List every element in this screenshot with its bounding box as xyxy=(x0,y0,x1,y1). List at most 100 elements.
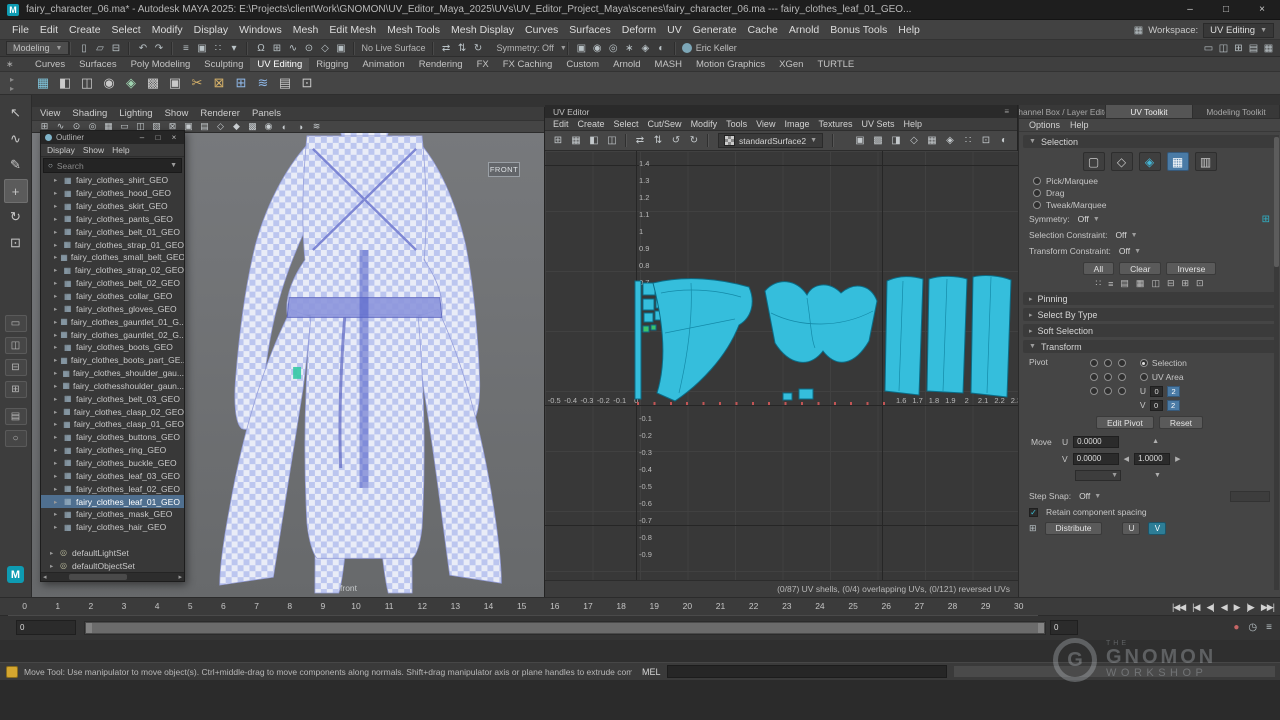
expand-icon[interactable]: ▸ xyxy=(54,228,61,236)
lasso-tool-icon[interactable]: ∿ xyxy=(4,127,28,151)
outliner-item[interactable]: ▸ ▦ fairy_clothes_gauntlet_02_G... xyxy=(41,328,184,341)
single-pane-icon[interactable]: ▭ xyxy=(1201,41,1216,56)
step-back-frame-button[interactable]: |◀ xyxy=(1192,602,1199,613)
split-pane-layout-icon[interactable]: ⊟ xyxy=(5,359,27,376)
range-bar[interactable] xyxy=(86,623,1044,633)
expand-icon[interactable]: ▸ xyxy=(54,408,60,416)
timeline-ticks[interactable]: 0123456789101112131415161718192021222324… xyxy=(8,598,1038,617)
section-select-by-type[interactable]: ▸Select By Type xyxy=(1023,308,1276,321)
step-increase-icon[interactable]: ▶ xyxy=(1175,455,1180,463)
uv-editor-menu-item[interactable]: Image xyxy=(784,119,809,129)
hypershade-icon[interactable]: ◈ xyxy=(638,41,653,56)
expand-icon[interactable]: ▸ xyxy=(54,305,61,313)
step-decrease-icon[interactable]: ◀ xyxy=(1124,455,1129,463)
snap-grid-icon[interactable]: ⊞ xyxy=(269,41,284,56)
outliner-menu-item[interactable]: Help xyxy=(112,145,129,155)
uv-editor-menu-item[interactable]: UV Sets xyxy=(861,119,894,129)
move-v-field[interactable]: 0.0000 xyxy=(1073,453,1119,465)
panel-tab[interactable]: Channel Box / Layer Editor xyxy=(1019,105,1106,118)
ao-icon[interactable]: ◑ xyxy=(294,121,307,132)
step-forward-key-button[interactable]: |▶ xyxy=(1247,602,1254,613)
range-end-field[interactable]: 0 xyxy=(1050,620,1078,635)
outliner-set-item[interactable]: ▸ ◎ defaultObjectSet xyxy=(41,559,184,572)
shelf-contour-stretch-icon[interactable]: ▩ xyxy=(144,74,162,92)
menu-item[interactable]: Display xyxy=(194,24,228,36)
viewport-menu-item[interactable]: Show xyxy=(165,108,189,119)
new-scene-icon[interactable]: ▯ xyxy=(76,41,91,56)
rotate-cw-icon[interactable]: ↻ xyxy=(686,133,702,149)
hypergraph-layout-icon[interactable]: ▤ xyxy=(5,408,27,425)
shelf-cylindrical-map-icon[interactable]: ◫ xyxy=(78,74,96,92)
construction-history-icon[interactable]: ↻ xyxy=(471,41,486,56)
menu-item[interactable]: Curves xyxy=(525,24,558,36)
symmetry-icon[interactable]: ⊞ xyxy=(1262,214,1270,225)
pivot-v-field-2[interactable]: 2 xyxy=(1167,400,1180,411)
move-tool-icon[interactable]: + xyxy=(4,179,28,203)
shelf-tab[interactable]: MASH xyxy=(648,58,689,71)
menu-item[interactable]: Mesh Tools xyxy=(387,24,440,36)
menu-set-dropdown[interactable]: Modeling▼ xyxy=(6,41,69,55)
shaded-display-icon[interactable]: ◆ xyxy=(230,121,243,132)
edit-pivot-button[interactable]: Edit Pivot xyxy=(1096,416,1154,429)
step-back-key-button[interactable]: ◀| xyxy=(1206,602,1213,613)
expand-icon[interactable]: ▸ xyxy=(54,331,57,339)
shelf-unfold-icon[interactable]: ⊞ xyxy=(232,74,250,92)
light-editor-icon[interactable]: ◐ xyxy=(654,41,669,56)
select-tool-icon[interactable]: ↖ xyxy=(4,101,28,125)
user-account-menu[interactable]: Eric Keller xyxy=(676,43,743,53)
shelf-planar-map-icon[interactable]: ◧ xyxy=(56,74,74,92)
menu-item[interactable]: Edit xyxy=(40,24,58,36)
selection-constraint-dropdown[interactable]: Off▼ xyxy=(1115,230,1137,240)
clear-selection-button[interactable]: Clear xyxy=(1119,262,1161,275)
safe-title-icon[interactable]: ▤ xyxy=(198,121,211,132)
section-pinning[interactable]: ▸Pinning xyxy=(1023,292,1276,305)
input-connections-icon[interactable]: ⇄ xyxy=(439,41,454,56)
pivot-v-field-1[interactable]: 0 xyxy=(1150,400,1163,411)
shelf-uv-editor-icon[interactable]: ▦ xyxy=(34,74,52,92)
select-component-icon[interactable]: ∷ xyxy=(210,41,225,56)
shade-uvs-icon[interactable]: ◨ xyxy=(888,133,904,149)
four-pane-icon[interactable]: ⊞ xyxy=(1231,41,1246,56)
pivot-preset-grid[interactable] xyxy=(1088,357,1130,411)
viewport-menu-item[interactable]: Renderer xyxy=(200,108,240,119)
step-snap-dropdown[interactable]: Off▼ xyxy=(1079,491,1101,501)
snap-view-icon[interactable]: ▣ xyxy=(333,41,348,56)
outliner-item[interactable]: ▸ ▦ fairy_clothes_shoulder_gau... xyxy=(41,367,184,380)
scroll-right-icon[interactable]: ▸ xyxy=(178,573,182,581)
time-slider[interactable]: 0123456789101112131415161718192021222324… xyxy=(0,597,1280,616)
select-shell-icon[interactable]: ▦ xyxy=(1136,278,1145,289)
uv-editor-menu-item[interactable]: Cut/Sew xyxy=(648,119,682,129)
distortion-display-icon[interactable]: ◈ xyxy=(942,133,958,149)
outliner-item[interactable]: ▸ ▦ fairy_clothes_gauntlet_01_G... xyxy=(41,315,184,328)
panel-layout-icon[interactable]: ▦ xyxy=(1261,41,1276,56)
outliner-item[interactable]: ▸ ▦ fairy_clothes_shirt_GEO xyxy=(41,174,184,187)
uv-editor-menu-item[interactable]: Create xyxy=(578,119,605,129)
minimize-button[interactable]: – xyxy=(1172,0,1208,20)
range-handle-left[interactable] xyxy=(86,623,92,633)
shelf-gear-icon[interactable]: ∗ xyxy=(6,59,14,70)
shelf-tab[interactable]: UV Editing xyxy=(250,58,309,71)
flip-u-icon[interactable]: ⇄ xyxy=(632,133,648,149)
scroll-left-icon[interactable]: ◂ xyxy=(43,573,47,581)
select-object-icon[interactable]: ▣ xyxy=(194,41,209,56)
wireframe-display-icon[interactable]: ◇ xyxy=(214,121,227,132)
shelf-automatic-map-icon[interactable]: ◈ xyxy=(122,74,140,92)
outliner-item[interactable]: ▸ ▦ fairy_clothes_gloves_GEO xyxy=(41,302,184,315)
play-forwards-button[interactable]: ▶ xyxy=(1234,602,1240,613)
expand-icon[interactable]: ▸ xyxy=(54,446,61,454)
panel-tab[interactable]: Modeling Toolkit xyxy=(1193,105,1280,118)
shelf-camera-map-icon[interactable]: ▣ xyxy=(166,74,184,92)
section-selection[interactable]: ▼Selection xyxy=(1023,135,1276,148)
outliner-item[interactable]: ▸ ▦ fairy_clothes_clasp_01_GEO xyxy=(41,418,184,431)
auto-key-icon[interactable]: ● xyxy=(1233,622,1239,633)
snap-curve-icon[interactable]: ∿ xyxy=(285,41,300,56)
outliner-item[interactable]: ▸ ▦ fairy_clothes_boots_GEO xyxy=(41,341,184,354)
uv-snap-icon[interactable]: ▦ xyxy=(568,133,584,149)
workspace-grid-icon[interactable]: ▦ xyxy=(1134,25,1143,36)
shelf-optimize-icon[interactable]: ≋ xyxy=(254,74,272,92)
outliner-item[interactable]: ▸ ▦ fairy_clothes_buttons_GEO xyxy=(41,431,184,444)
reset-pivot-button[interactable]: Reset xyxy=(1159,416,1203,429)
menu-item[interactable]: Cache xyxy=(748,24,778,36)
save-scene-icon[interactable]: ⊟ xyxy=(108,41,123,56)
four-pane-layout-icon[interactable]: ⊞ xyxy=(5,381,27,398)
